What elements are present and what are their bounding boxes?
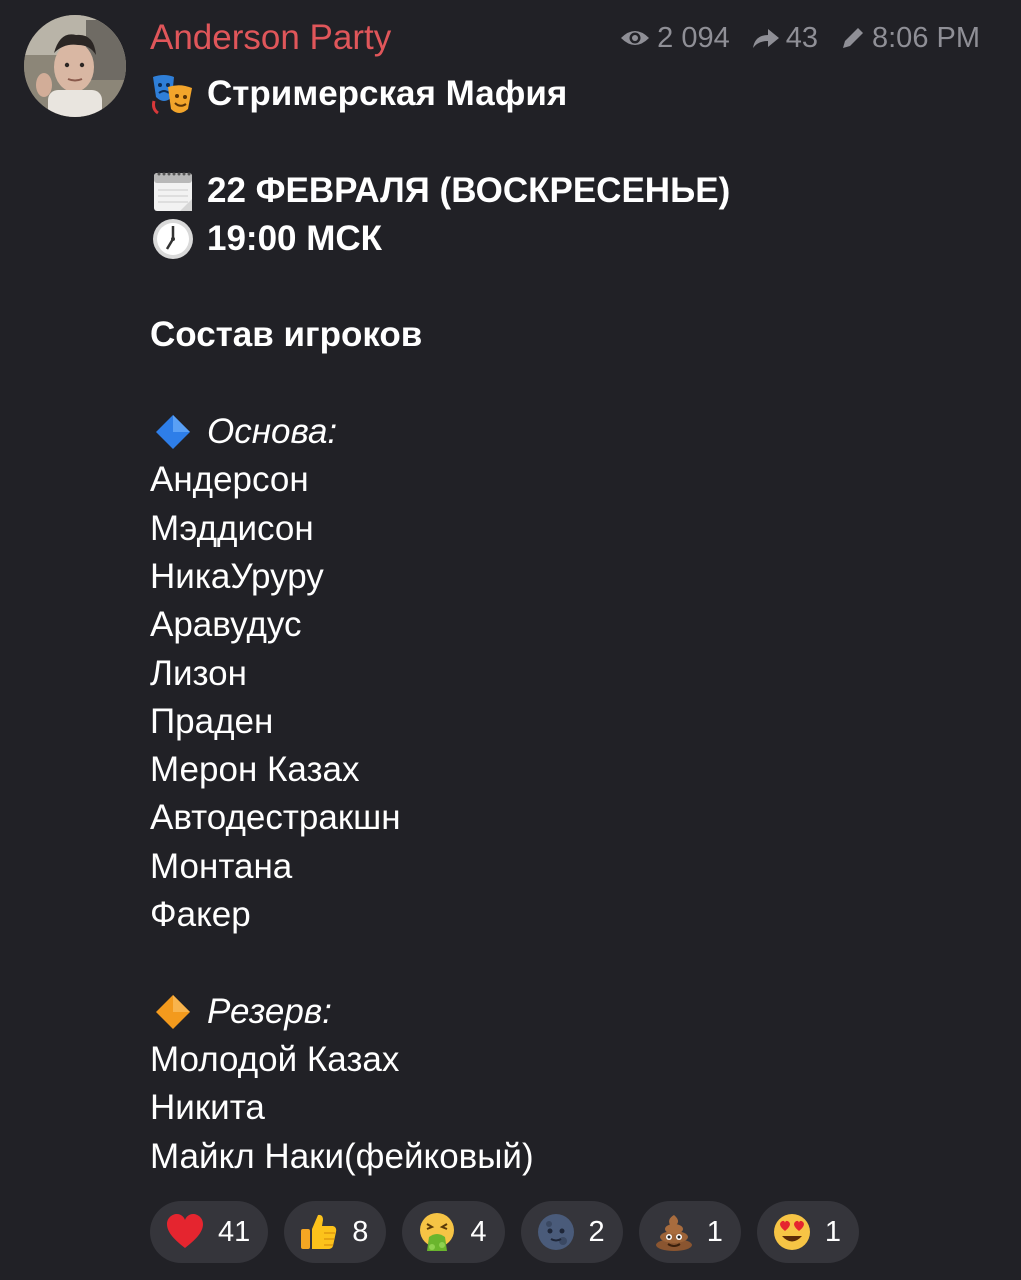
post-time: 8:06 PM xyxy=(872,22,980,54)
list-item: Мэддисон xyxy=(150,508,314,548)
reaction-count: 1 xyxy=(706,1215,723,1248)
reaction-count: 2 xyxy=(588,1215,605,1248)
list-item: Андерсон xyxy=(150,460,309,500)
vomiting-face-icon xyxy=(416,1211,458,1253)
blue-diamond-icon xyxy=(150,409,196,455)
red-heart-icon xyxy=(164,1211,206,1253)
forwards-count: 43 xyxy=(785,22,818,54)
main-players-list: Андерсон Мэддисон НикаУруру Аравудус Лизон Пр… xyxy=(150,456,990,939)
reaction-button[interactable]: 2 xyxy=(520,1201,623,1263)
calendar-icon xyxy=(150,168,196,214)
eye-icon xyxy=(619,27,651,49)
list-item: Аравудус xyxy=(150,605,302,645)
event-date: 22 ФЕВРАЛЯ (ВОСКРЕСЕНЬЕ) xyxy=(207,170,731,210)
reaction-count: 41 xyxy=(218,1215,251,1248)
pencil-icon xyxy=(840,25,866,51)
forward-arrow-icon xyxy=(752,27,780,49)
list-item: НикаУруру xyxy=(150,556,324,596)
heart-eyes-face-icon xyxy=(771,1211,813,1253)
message-text: Стримерская Мафия 22 ФЕВРАЛЯ (ВОСКРЕСЕНЬ… xyxy=(150,70,990,1181)
post-meta: 2 094 43 8:06 PM xyxy=(619,20,980,56)
list-item: Лизон xyxy=(150,653,247,693)
views-count: 2 094 xyxy=(657,22,730,54)
date-line: 22 ФЕВРАЛЯ (ВОСКРЕСЕНЬЕ) xyxy=(150,167,990,215)
time-line: 19:00 МСК xyxy=(150,215,990,263)
author-name[interactable]: Anderson Party xyxy=(150,18,391,58)
list-item: Автодестракшн xyxy=(150,798,401,838)
pile-of-poo-icon xyxy=(653,1211,695,1253)
main-label: Основа: xyxy=(207,412,338,452)
list-item: Монтана xyxy=(150,846,293,886)
thumbs-up-icon xyxy=(298,1211,340,1253)
edited-time: 8:06 PM xyxy=(840,20,980,56)
list-item: Праден xyxy=(150,701,274,741)
reaction-button[interactable]: 41 xyxy=(150,1201,269,1263)
new-moon-face-icon xyxy=(535,1211,577,1253)
reactions-bar: 41 8 4 2 1 1 xyxy=(150,1201,875,1263)
reserve-players-list: Молодой Казах Никита Майкл Наки(фейковый) xyxy=(150,1036,990,1181)
list-item: Факер xyxy=(150,895,251,935)
forwards-counter: 43 xyxy=(752,20,818,56)
list-item: Майкл Наки(фейковый) xyxy=(150,1136,534,1176)
reaction-button[interactable]: 4 xyxy=(402,1201,505,1263)
reaction-button[interactable]: 1 xyxy=(638,1201,741,1263)
event-time: 19:00 МСК xyxy=(207,218,383,258)
list-item: Никита xyxy=(150,1088,265,1128)
list-item: Мерон Казах xyxy=(150,750,360,790)
reserve-label-line: Резерв: xyxy=(150,988,990,1036)
views-counter: 2 094 xyxy=(619,20,730,56)
post-header: Anderson Party 2 094 43 8:06 PM xyxy=(150,16,990,62)
avatar-photo xyxy=(24,15,126,117)
post-title: Стримерская Мафия xyxy=(207,74,568,113)
title-line: Стримерская Мафия xyxy=(150,70,990,118)
reaction-count: 8 xyxy=(352,1215,369,1248)
clock-icon xyxy=(150,216,196,262)
list-item: Молодой Казах xyxy=(150,1039,400,1079)
reaction-button[interactable]: 1 xyxy=(756,1201,859,1263)
reaction-count: 4 xyxy=(470,1215,487,1248)
channel-avatar[interactable] xyxy=(24,15,126,117)
main-label-line: Основа: xyxy=(150,408,990,456)
reaction-button[interactable]: 8 xyxy=(284,1201,387,1263)
orange-diamond-icon xyxy=(150,989,196,1035)
performing-arts-masks-icon xyxy=(150,71,196,117)
reserve-label: Резерв: xyxy=(207,991,332,1031)
reaction-count: 1 xyxy=(824,1215,841,1248)
players-heading: Состав игроков xyxy=(150,315,423,355)
